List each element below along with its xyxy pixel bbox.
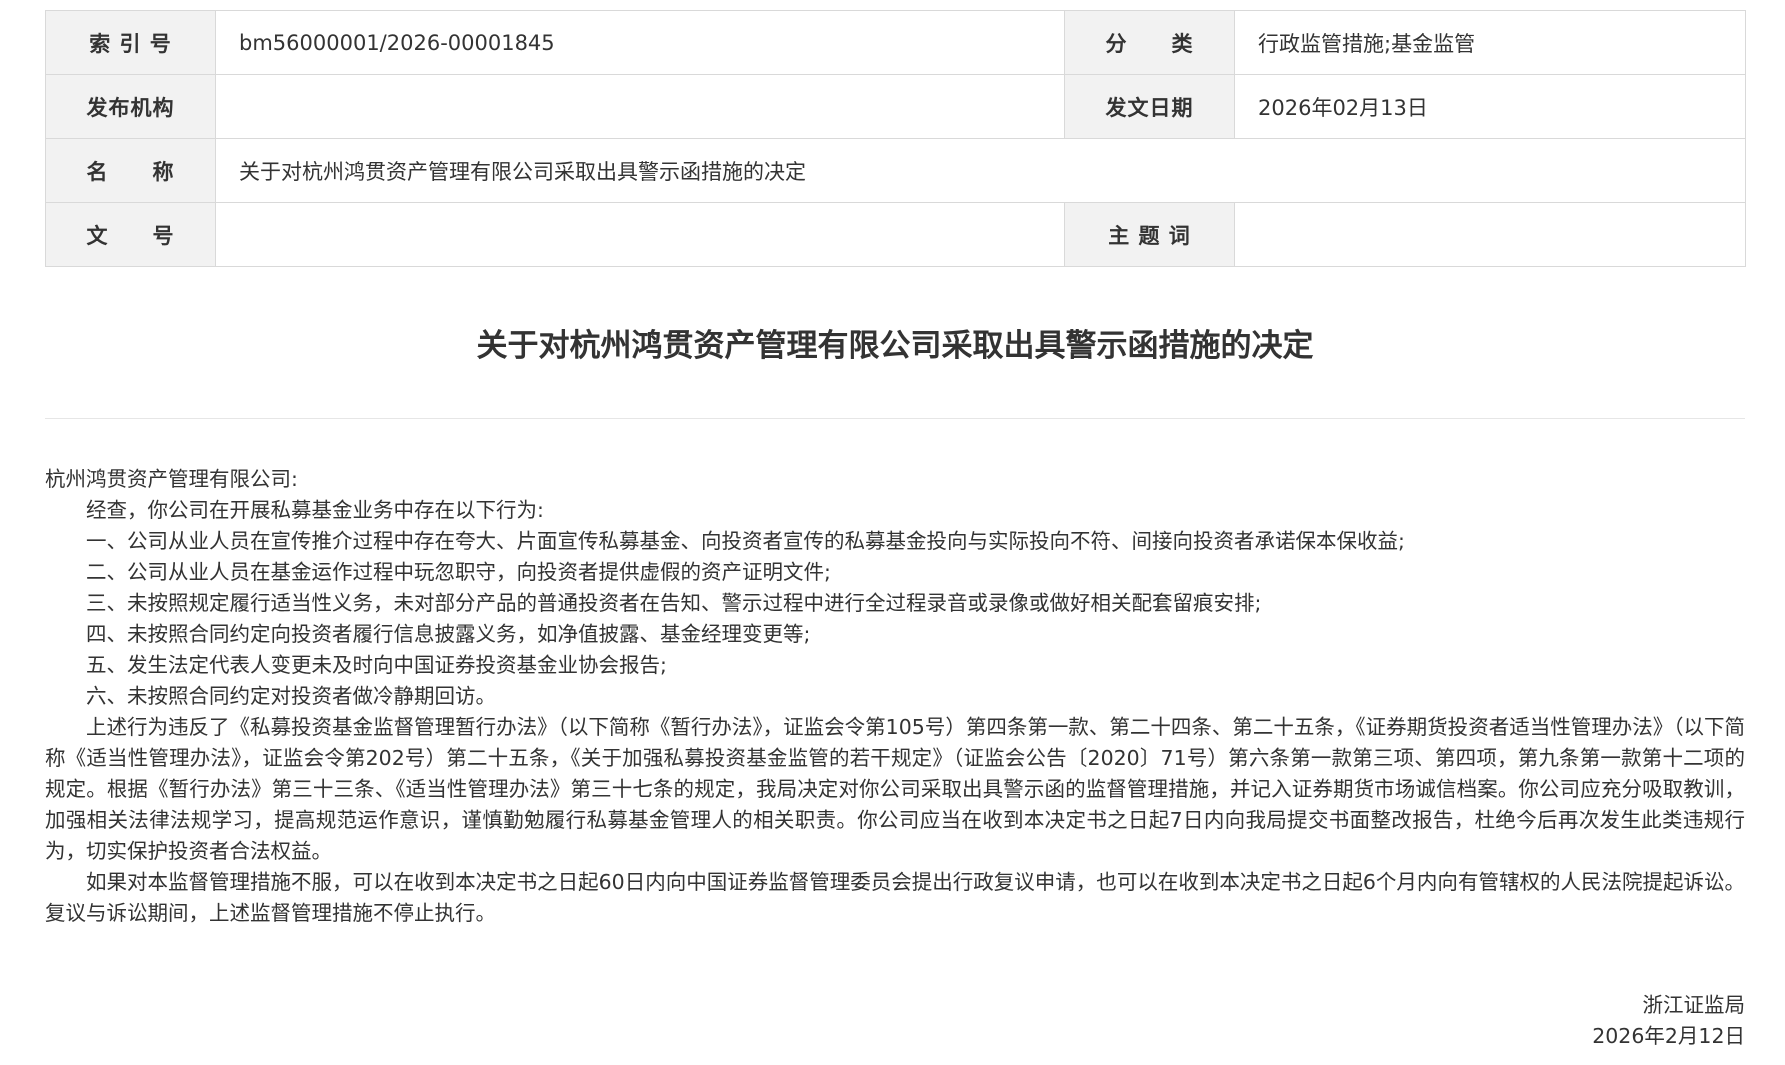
metadata-row-issuer: 发布机构 发文日期 2026年02月13日 bbox=[45, 74, 1746, 139]
keywords-label: 主 题 词 bbox=[1064, 202, 1235, 267]
document-metadata-table: 索 引 号 bm56000001/2026-00001845 分 类 行政监管措… bbox=[45, 10, 1746, 267]
index-value: bm56000001/2026-00001845 bbox=[215, 10, 1065, 75]
body-paragraph: 一、公司从业人员在宣传推介过程中存在夸大、片面宣传私募基金、向投资者宣传的私募基… bbox=[86, 529, 1405, 553]
addressee: 杭州鸿贯资产管理有限公司: bbox=[45, 467, 298, 491]
issuer-value bbox=[215, 74, 1065, 139]
body-paragraph: 如果对本监督管理措施不服，可以在收到本决定书之日起60日内向中国证券监督管理委员… bbox=[45, 870, 1745, 925]
body-paragraph: 三、未按照规定履行适当性义务，未对部分产品的普通投资者在告知、警示过程中进行全过… bbox=[86, 591, 1262, 615]
document-number-value bbox=[215, 202, 1065, 267]
document-page: 索 引 号 bm56000001/2026-00001845 分 类 行政监管措… bbox=[45, 10, 1746, 1048]
body-paragraph: 二、公司从业人员在基金运作过程中玩忽职守，向投资者提供虚假的资产证明文件; bbox=[86, 560, 831, 584]
body-paragraph: 五、发生法定代表人变更未及时向中国证券投资基金业协会报告; bbox=[86, 653, 667, 677]
keywords-value bbox=[1234, 202, 1746, 267]
name-label: 名 称 bbox=[45, 138, 216, 203]
issue-date-label: 发文日期 bbox=[1064, 74, 1235, 139]
title-divider bbox=[45, 418, 1745, 419]
body-paragraph: 经查，你公司在开展私募基金业务中存在以下行为: bbox=[86, 498, 544, 522]
document-body: 杭州鸿贯资产管理有限公司: 经查，你公司在开展私募基金业务中存在以下行为: 一、… bbox=[45, 464, 1745, 929]
metadata-row-name: 名 称 关于对杭州鸿贯资产管理有限公司采取出具警示函措施的决定 bbox=[45, 138, 1746, 203]
metadata-row-docno: 文 号 主 题 词 bbox=[45, 202, 1746, 267]
signature-date: 2026年2月12日 bbox=[1592, 1024, 1745, 1048]
body-paragraph: 上述行为违反了《私募投资基金监督管理暂行办法》（以下简称《暂行办法》，证监会令第… bbox=[45, 715, 1745, 863]
category-label: 分 类 bbox=[1064, 10, 1235, 75]
signature-block: 浙江证监局 2026年2月12日 bbox=[1592, 990, 1745, 1052]
document-number-label: 文 号 bbox=[45, 202, 216, 267]
body-paragraph: 六、未按照合同约定对投资者做冷静期回访。 bbox=[86, 684, 496, 708]
index-label: 索 引 号 bbox=[45, 10, 216, 75]
metadata-row-index: 索 引 号 bm56000001/2026-00001845 分 类 行政监管措… bbox=[45, 10, 1746, 75]
issue-date-value: 2026年02月13日 bbox=[1234, 74, 1746, 139]
signature-organization: 浙江证监局 bbox=[1642, 993, 1746, 1017]
name-value: 关于对杭州鸿贯资产管理有限公司采取出具警示函措施的决定 bbox=[215, 138, 1746, 203]
issuer-label: 发布机构 bbox=[45, 74, 216, 139]
document-title: 关于对杭州鸿贯资产管理有限公司采取出具警示函措施的决定 bbox=[476, 328, 1314, 364]
category-value: 行政监管措施;基金监管 bbox=[1234, 10, 1746, 75]
body-paragraph: 四、未按照合同约定向投资者履行信息披露义务，如净值披露、基金经理变更等; bbox=[86, 622, 811, 646]
